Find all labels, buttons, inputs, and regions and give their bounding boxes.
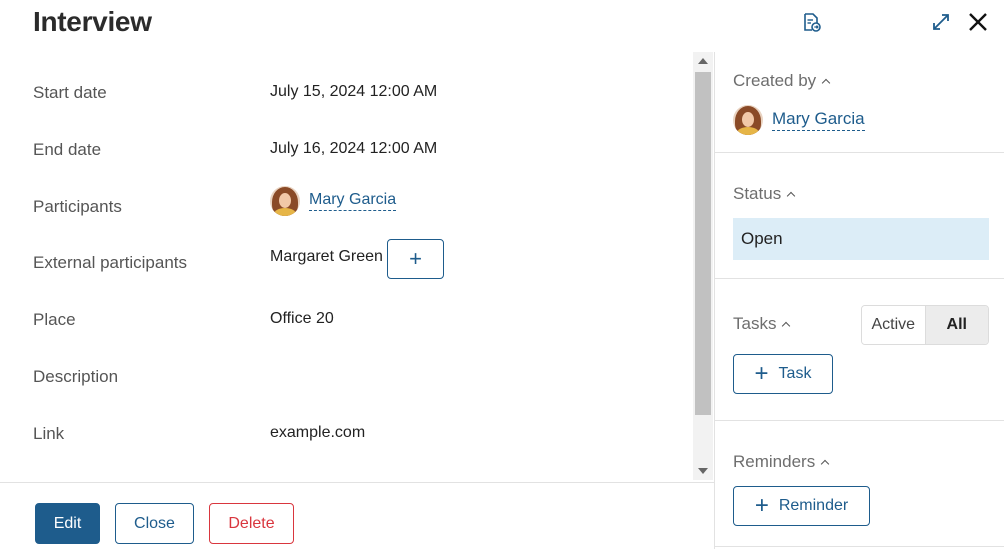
link-value[interactable]: example.com	[270, 424, 365, 442]
page-title: Interview	[33, 6, 152, 37]
start-date-row: Start date July 15, 2024 12:00 AM	[0, 83, 690, 123]
created-by-title: Created by	[733, 71, 817, 90]
end-date-label: End date	[33, 140, 102, 159]
reminders-title: Reminders	[733, 452, 816, 471]
link-row: Link example.com	[0, 424, 690, 464]
edit-button[interactable]: Edit	[35, 503, 100, 544]
divider	[715, 546, 1004, 547]
scroll-down-arrow-icon[interactable]	[698, 468, 708, 474]
add-reminder-label: Reminder	[778, 497, 849, 514]
creator-link[interactable]: Mary Garcia	[772, 109, 865, 131]
status-header[interactable]: Status	[733, 184, 796, 204]
tasks-filter-all[interactable]: All	[924, 306, 988, 344]
start-date-label: Start date	[33, 83, 107, 102]
avatar	[733, 105, 763, 135]
chevron-up-icon	[786, 191, 796, 201]
close-icon[interactable]	[966, 10, 990, 34]
chevron-up-icon	[782, 321, 791, 331]
delete-button[interactable]: Delete	[209, 503, 294, 544]
divider	[715, 152, 1004, 153]
footer-divider	[0, 482, 714, 483]
divider	[715, 278, 1004, 279]
place-row: Place Office 20	[0, 310, 690, 350]
external-participant-link[interactable]: Margaret Green	[270, 248, 383, 266]
place-value: Office 20	[270, 310, 334, 327]
plus-icon: +	[754, 360, 769, 387]
external-participants-label: External participants	[33, 253, 188, 272]
description-label: Description	[33, 367, 119, 386]
chevron-up-icon	[820, 459, 830, 469]
created-by-header[interactable]: Created by	[733, 71, 831, 91]
plus-icon: +	[754, 492, 769, 519]
tasks-title: Tasks	[733, 314, 777, 333]
participants-label: Participants	[33, 197, 122, 216]
description-row: Description	[0, 367, 690, 407]
form-scrollbar[interactable]	[693, 52, 713, 480]
add-task-button[interactable]: + Task	[733, 354, 833, 394]
end-date-value: July 16, 2024 12:00 AM	[270, 140, 438, 157]
close-button[interactable]: Close	[115, 503, 194, 544]
tasks-filter: Active All	[861, 305, 989, 345]
add-task-label: Task	[778, 365, 812, 382]
avatar	[270, 186, 300, 216]
status-badge: Open	[733, 218, 989, 260]
participants-row: Participants Mary Garcia	[0, 186, 690, 226]
start-date-value: July 15, 2024 12:00 AM	[270, 83, 438, 100]
scroll-up-arrow-icon[interactable]	[698, 58, 708, 64]
external-participants-row: External participants Margaret Green +	[0, 239, 690, 283]
chevron-up-icon	[821, 78, 831, 88]
expand-icon[interactable]	[929, 10, 953, 34]
sidebar-panel: Created by Mary Garcia Status Open Tasks…	[714, 52, 1004, 549]
end-date-row: End date July 16, 2024 12:00 AM	[0, 140, 690, 180]
reminders-header[interactable]: Reminders	[733, 452, 830, 472]
status-title: Status	[733, 184, 782, 203]
add-external-participant-button[interactable]: +	[387, 239, 444, 279]
tasks-header[interactable]: Tasks	[733, 314, 791, 334]
scroll-thumb[interactable]	[695, 72, 711, 415]
participant-link[interactable]: Mary Garcia	[309, 191, 397, 211]
add-reminder-button[interactable]: + Reminder	[733, 486, 870, 526]
tasks-filter-active[interactable]: Active	[862, 306, 925, 344]
creator-item: Mary Garcia	[733, 105, 865, 135]
participant-item: Mary Garcia	[270, 186, 397, 216]
place-label: Place	[33, 310, 76, 329]
document-export-icon[interactable]	[799, 10, 823, 34]
divider	[715, 420, 1004, 421]
link-label: Link	[33, 424, 65, 443]
